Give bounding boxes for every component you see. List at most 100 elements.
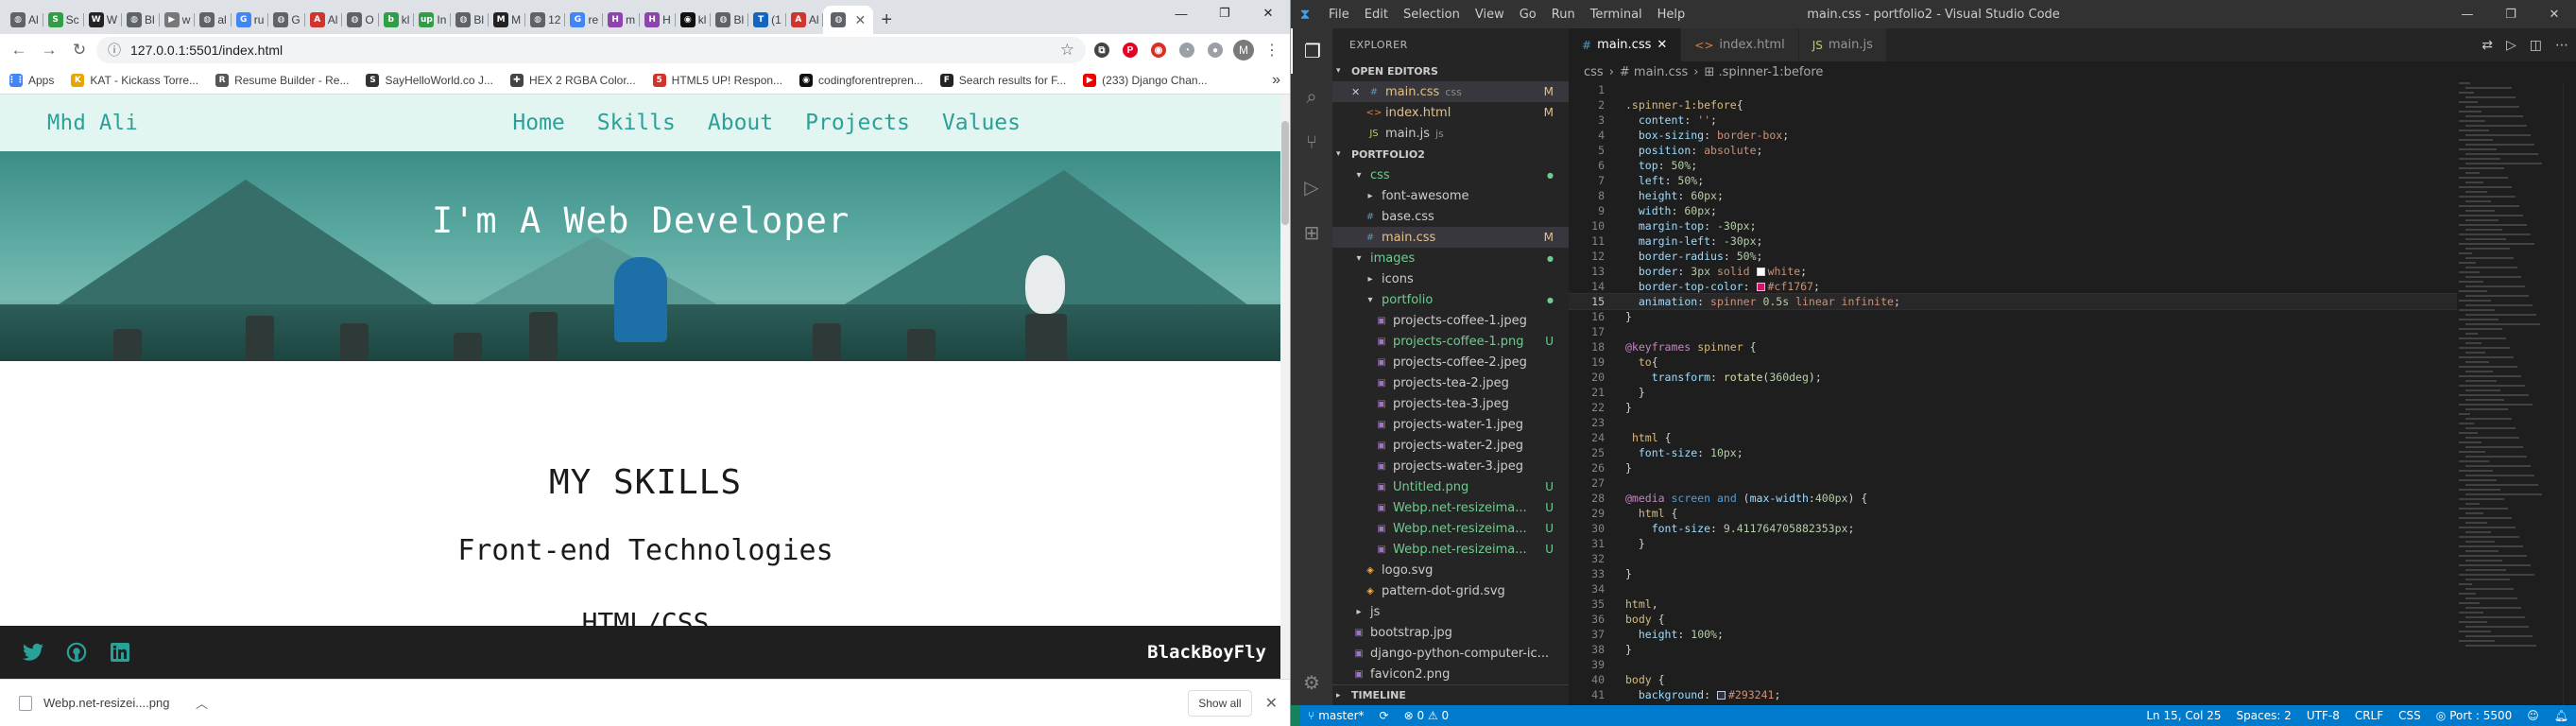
site-nav-values[interactable]: Values	[942, 111, 1021, 135]
browser-tab[interactable]: ◍ Bl	[122, 6, 160, 34]
extensions-icon[interactable]: ⊞	[1291, 210, 1332, 255]
editor-tab-index-html[interactable]: <> index.html	[1681, 28, 1799, 61]
timeline-section[interactable]: ▸ TIMELINE	[1332, 684, 1569, 705]
code-line[interactable]: 25 font-size: 10px;	[1569, 445, 2457, 460]
restore-button[interactable]: ❐	[2489, 0, 2533, 28]
code-line[interactable]: 23	[1569, 415, 2457, 430]
live-server-port[interactable]: ◎ Port : 5500	[2429, 709, 2519, 722]
open-editor-item[interactable]: <> index.html M	[1332, 102, 1569, 123]
source-control-icon[interactable]: ⑂	[1291, 119, 1332, 164]
editor-scrollbar[interactable]	[2563, 82, 2576, 705]
browser-tab[interactable]: Hm	[603, 6, 641, 34]
code-line[interactable]: 29 html {	[1569, 506, 2457, 521]
sync-status[interactable]: ⟳	[1372, 709, 1397, 722]
project-section[interactable]: ▾ PORTFOLIO2	[1332, 144, 1569, 164]
code-editor[interactable]: 1 2 .spinner-1:before{3 content: ''; 4 box-…	[1569, 82, 2457, 705]
site-brand[interactable]: Mhd Ali	[47, 112, 138, 135]
browser-tab[interactable]: ◉ kl	[676, 6, 712, 34]
minimize-button[interactable]: —	[1159, 0, 1203, 26]
site-nav-about[interactable]: About	[708, 111, 773, 135]
file-item[interactable]: ▣ projects-coffee-2.jpeg	[1332, 352, 1569, 372]
split-editor-icon[interactable]: ◫	[2530, 38, 2542, 53]
code-line[interactable]: 40 body {	[1569, 672, 2457, 687]
bookmark-item[interactable]: ⋮⋮ Apps	[8, 73, 54, 87]
browser-tab[interactable]: Gre	[565, 6, 603, 34]
menu-terminal[interactable]: Terminal	[1590, 8, 1642, 22]
file-item[interactable]: ▣ django-python-computer-ic...	[1332, 643, 1569, 664]
new-tab-button[interactable]: +	[873, 6, 900, 34]
file-item[interactable]: ▣ projects-tea-3.jpeg	[1332, 393, 1569, 414]
file-item[interactable]: ▣ Untitled.png U	[1332, 476, 1569, 497]
active-tab[interactable]: ◍ ✕	[823, 6, 874, 34]
file-item[interactable]: ▣ projects-water-3.jpeg	[1332, 456, 1569, 476]
browser-tab[interactable]: A Al	[305, 6, 343, 34]
close-tab-icon[interactable]: ✕	[1657, 38, 1667, 52]
extension-icon[interactable]: ●	[1203, 38, 1228, 62]
browser-tab[interactable]: ◍ Al	[6, 6, 43, 34]
code-line[interactable]: 36 body {	[1569, 612, 2457, 627]
cursor-position[interactable]: Ln 15, Col 25	[2138, 709, 2228, 722]
browser-tab[interactable]: Gru	[232, 6, 269, 34]
address-bar[interactable]: ⓘ 127.0.0.1:5501/index.html ☆	[96, 37, 1086, 63]
file-item[interactable]: ▣ projects-water-2.jpeg	[1332, 435, 1569, 456]
bookmark-item[interactable]: ◉ codingforentrepren...	[799, 73, 923, 87]
code-line[interactable]: 18 @keyframes spinner {	[1569, 339, 2457, 354]
compare-icon[interactable]: ⇄	[2482, 38, 2493, 53]
linkedin-icon[interactable]	[110, 642, 130, 663]
file-item[interactable]: ▣ projects-water-1.jpeg	[1332, 414, 1569, 435]
code-line[interactable]: 12 border-radius: 50%;	[1569, 249, 2457, 264]
code-line[interactable]: 33}	[1569, 566, 2457, 581]
chrome-menu-icon[interactable]: ⋮	[1260, 38, 1284, 62]
file-item[interactable]: ▣ projects-coffee-1.jpeg	[1332, 310, 1569, 331]
more-actions-icon[interactable]: ⋯	[2555, 38, 2568, 53]
browser-tab[interactable]: WW	[84, 6, 123, 34]
bookmark-item[interactable]: R Resume Builder - Re...	[215, 73, 349, 87]
file-item[interactable]: ▣ Webp.net-resizeima... U	[1332, 539, 1569, 560]
site-nav-skills[interactable]: Skills	[597, 111, 676, 135]
editor-tab-main-css[interactable]: # main.css ✕	[1569, 28, 1682, 61]
extension-icon[interactable]: ◉	[1146, 38, 1171, 62]
code-line[interactable]: 21 }	[1569, 385, 2457, 400]
menu-file[interactable]: File	[1329, 8, 1349, 22]
code-line[interactable]: 15 animation: spinner 0.5s linear infini…	[1569, 293, 2457, 310]
close-tab-icon[interactable]: ✕	[854, 12, 866, 28]
code-line[interactable]: 16}	[1569, 309, 2457, 324]
code-line[interactable]: 13 border: 3px solid white;	[1569, 264, 2457, 279]
browser-tab[interactable]: ◍ Bl	[711, 6, 748, 34]
code-line[interactable]: 37 height: 100%;	[1569, 627, 2457, 642]
file-item[interactable]: ▣ projects-tea-2.jpeg	[1332, 372, 1569, 393]
code-line[interactable]: 41 background: #293241;	[1569, 687, 2457, 702]
file-item[interactable]: ▣ Webp.net-resizeima... U	[1332, 497, 1569, 518]
browser-tab[interactable]: T (1	[748, 6, 786, 34]
file-item[interactable]: # base.css	[1332, 206, 1569, 227]
run-debug-icon[interactable]: ▷	[1291, 164, 1332, 210]
code-line[interactable]: 26}	[1569, 460, 2457, 475]
feedback-icon[interactable]: ☺	[2519, 709, 2547, 722]
extension-icon[interactable]: ⧉	[1090, 38, 1114, 62]
bookmark-item[interactable]: F Search results for F...	[939, 73, 1066, 87]
close-window-button[interactable]: ✕	[1246, 0, 1290, 26]
folder-item[interactable]: ▾ css ●	[1332, 164, 1569, 185]
bookmark-item[interactable]: ✚ HEX 2 RGBA Color...	[509, 73, 636, 87]
code-line[interactable]: 11 margin-left: -30px;	[1569, 233, 2457, 249]
page-scrollbar[interactable]	[1280, 95, 1290, 679]
minimap[interactable]	[2459, 82, 2563, 705]
breadcrumb-item[interactable]: ⊞ .spinner-1:before	[1704, 65, 1823, 79]
menu-selection[interactable]: Selection	[1403, 8, 1460, 22]
browser-tab[interactable]: HH	[640, 6, 676, 34]
explorer-icon[interactable]: ❐	[1291, 28, 1332, 74]
bookmark-item[interactable]: K KAT - Kickass Torre...	[71, 73, 198, 87]
close-download-shelf-icon[interactable]: ✕	[1265, 694, 1278, 713]
search-icon[interactable]: ⌕	[1291, 74, 1332, 119]
editor-tab-main-js[interactable]: JS main.js	[1798, 28, 1887, 61]
browser-tab[interactable]: ▶ w	[160, 6, 196, 34]
menu-view[interactable]: View	[1475, 8, 1504, 22]
code-line[interactable]: 9 width: 60px;	[1569, 203, 2457, 218]
pinterest-extension-icon[interactable]: P	[1118, 38, 1142, 62]
code-line[interactable]: 32	[1569, 551, 2457, 566]
code-line[interactable]: 28 @media screen and (max-width:400px) {	[1569, 491, 2457, 506]
code-line[interactable]: 22}	[1569, 400, 2457, 415]
open-editor-item[interactable]: JS main.js js	[1332, 123, 1569, 144]
browser-tab[interactable]: ◍ al	[195, 6, 232, 34]
open-editor-item[interactable]: ✕ # main.css css M	[1332, 81, 1569, 102]
